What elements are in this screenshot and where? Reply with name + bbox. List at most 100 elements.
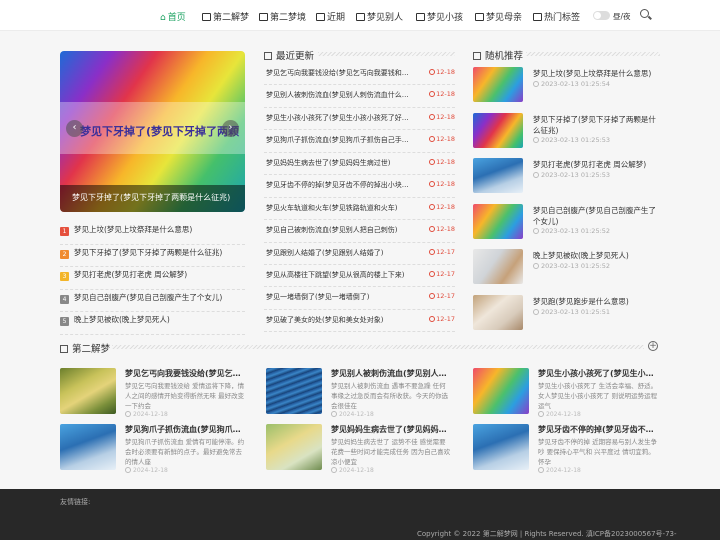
clock-icon — [429, 113, 436, 120]
nav-item-others[interactable]: 梦见别人 — [356, 10, 403, 23]
footer: 友情链接: Copyright © 2022 第二解梦网 | Rights Re… — [0, 489, 720, 540]
copyright: Copyright © 2022 第二解梦网 | Rights Reserved… — [417, 530, 677, 538]
nav-item-home[interactable]: ⌂ 首页 — [160, 10, 186, 23]
list-item[interactable]: 梦见自己剖腹产(梦见自己剖腹产生了个女儿) 2023-02-13 01:25:52 — [473, 200, 660, 246]
random-heading: 随机推荐 — [473, 48, 523, 62]
list-item[interactable]: 梦见一堵墙倒了(梦见一堵墙倒了) 12-17 — [264, 287, 455, 310]
list-item[interactable]: 梦见牙齿不停的掉(梦见牙齿不停的掉出小块… 12-18 — [264, 175, 455, 198]
list-item[interactable]: 梦见跑(梦见跑步是什么意思) 2023-02-13 01:25:51 — [473, 291, 660, 337]
latest-list: 梦见乞丐向我要钱没给(梦见乞丐向我要钱和… 12-18 梦见别人被刺伤流血(梦见别… — [264, 63, 455, 333]
clock-icon — [429, 203, 436, 210]
book-icon — [259, 13, 268, 21]
list-item[interactable]: 梦见打老虎(梦见打老虎 周公解梦) 2023-02-13 01:25:53 — [473, 154, 660, 200]
chevron-right-icon[interactable]: › — [222, 120, 239, 137]
nav-item-tags[interactable]: 热门标签 — [533, 10, 580, 23]
list-item[interactable]: 梦见跟别人结婚了(梦见跟别人结婚了) 12-17 — [264, 243, 455, 265]
list-item[interactable]: 梦见妈妈生病去世了(梦见妈妈生病过世) 12-18 — [264, 153, 455, 176]
list-item[interactable]: 梦见从高楼往下跳望(梦见从很高的楼上下来) 12-17 — [264, 265, 455, 288]
list-icon — [473, 52, 481, 60]
clock-icon — [429, 315, 436, 322]
list-item[interactable]: 梦见上坟(梦见上坟祭拜是什么意思) 2023-02-13 01:25:54 — [473, 63, 660, 109]
list-item[interactable]: 晚上梦见被砍(晚上梦见死人) 2023-02-13 01:25:52 — [473, 245, 660, 291]
thumbnail[interactable] — [266, 424, 322, 470]
slider-banner-title: 梦见下牙掉了(梦见下牙掉了两颗 — [80, 125, 240, 138]
nav-item-child[interactable]: 梦见小孩 — [416, 10, 463, 23]
list-item[interactable]: 梦见狗爪子抓伤流血(梦见狗爪子抓伤自己手… 12-18 — [264, 130, 455, 153]
list-item[interactable]: 2 梦见下牙掉了(梦见下牙掉了两颗是什么征兆) — [60, 245, 245, 267]
clock-icon — [533, 81, 539, 87]
thumbnail[interactable] — [473, 203, 523, 239]
clock-icon — [533, 308, 539, 315]
thumbnail[interactable] — [473, 112, 523, 148]
book-icon — [356, 13, 365, 21]
book-icon — [416, 13, 425, 21]
thumbnail[interactable] — [473, 158, 523, 193]
book-icon — [316, 13, 325, 21]
clock-icon — [429, 91, 436, 98]
list-item[interactable]: 梦见下牙掉了(梦见下牙掉了两颗是什么征兆) 2023-02-13 01:25:53 — [473, 109, 660, 155]
thumbnail[interactable] — [473, 368, 529, 414]
list-item[interactable]: 3 梦见打老虎(梦见打老虎 周公解梦) — [60, 267, 245, 290]
clock-icon — [533, 136, 539, 143]
divider — [112, 345, 644, 349]
search-icon[interactable] — [640, 9, 649, 18]
article-card[interactable]: 梦见牙齿不停的掉(梦见牙齿不停的… 梦见牙齿不停的掉 近期容易与别人发生争吵 要保… — [473, 424, 659, 474]
thumbnail[interactable] — [266, 368, 322, 414]
divider — [318, 52, 455, 56]
list-item[interactable]: 4 梦见自己剖腹产(梦见自己剖腹产生了个女儿) — [60, 290, 245, 312]
friend-links-label: 友情链接: — [60, 498, 91, 506]
thumbnail[interactable] — [473, 67, 523, 102]
list-item[interactable]: 梦见乞丐向我要钱没给(梦见乞丐向我要钱和… 12-18 — [264, 63, 455, 86]
random-list: 梦见上坟(梦见上坟祭拜是什么意思) 2023-02-13 01:25:54 梦见下… — [473, 63, 660, 336]
clock-icon — [429, 293, 436, 300]
thumbnail[interactable] — [473, 424, 529, 470]
list-item[interactable]: 梦见别人被刺伤流血(梦见别人刺伤流血什么… 12-18 — [264, 85, 455, 108]
book-icon — [533, 13, 542, 21]
book-icon — [202, 13, 211, 21]
clock-icon — [533, 227, 539, 234]
hero-slider[interactable]: 梦见下牙掉了(梦见下牙掉了两颗 ‹ › 梦见下牙掉了(梦见下牙掉了两颗是什么征兆… — [60, 51, 245, 212]
plus-icon[interactable]: + — [648, 341, 658, 351]
nav-item-mother[interactable]: 梦见母亲 — [475, 10, 522, 23]
list-item[interactable]: 1 梦见上坟(梦见上坟祭拜是什么意思) — [60, 222, 245, 245]
list-item[interactable]: 5 晚上梦见被砍(晚上梦见死人) — [60, 312, 245, 335]
thumbnail[interactable] — [60, 424, 116, 470]
article-card[interactable]: 梦见生小孩小孩死了(梦见生小孩小… 梦见生小孩小孩死了 生活会幸福、舒适。女人梦见… — [473, 368, 659, 418]
list-icon — [60, 345, 68, 353]
clock-icon — [533, 172, 539, 178]
clock-icon — [429, 226, 436, 233]
theme-toggle[interactable] — [593, 11, 610, 20]
hot-list: 1 梦见上坟(梦见上坟祭拜是什么意思) 2 梦见下牙掉了(梦见下牙掉了两颗是什么征兆… — [60, 222, 245, 335]
clock-icon — [125, 411, 131, 417]
nav-item-jiemeng[interactable]: 第二解梦 — [202, 10, 249, 23]
list-item[interactable]: 梦见火车轨道和火车(梦见铁路轨道和火车) 12-18 — [264, 198, 455, 221]
list-item[interactable]: 梦见生小孩小孩死了(梦见生小孩小孩死了好… 12-18 — [264, 108, 455, 131]
clock-icon — [331, 411, 337, 417]
thumbnail[interactable] — [473, 249, 523, 284]
article-card[interactable]: 梦见狗爪子抓伤流血(梦见狗爪子抓… 梦见狗爪子抓伤流血 爱情有可能停滞。约会时必须… — [60, 424, 246, 474]
nav-item-mengjing[interactable]: 第二梦境 — [259, 10, 306, 23]
article-card[interactable]: 梦见乞丐向我要钱没给(梦见乞丐向我…梦见乞丐向我要钱没给 爱情运将下降，情人之间… — [60, 368, 246, 418]
clock-icon — [429, 69, 436, 75]
chevron-left-icon[interactable]: ‹ — [66, 120, 83, 137]
section2-heading: 第二解梦 — [60, 341, 110, 355]
thumbnail[interactable] — [473, 294, 523, 330]
slider-caption[interactable]: 梦见下牙掉了(梦见下牙掉了两颗是什么征兆) — [60, 185, 245, 212]
thumbnail[interactable] — [60, 368, 116, 414]
home-icon: ⌂ — [160, 13, 166, 23]
article-card[interactable]: 梦见别人被刺伤流血(梦见别人刺伤… 梦见别人被刺伤流血 遇事不要急躁 任何事缘之过… — [266, 368, 452, 418]
clock-icon — [533, 263, 539, 269]
clock-icon — [429, 270, 436, 277]
clock-icon — [429, 136, 436, 143]
clock-icon — [538, 467, 544, 473]
clock-icon — [429, 158, 436, 165]
list-item[interactable]: 梦见破了美女的处(梦见和美女处对象) 12-17 — [264, 310, 455, 333]
article-card[interactable]: 梦见妈妈生病去世了(梦见妈妈生病… 梦见妈妈生病去世了 运势不佳 感觉需要花费一些… — [266, 424, 452, 474]
clock-icon — [429, 181, 436, 188]
list-icon — [264, 52, 272, 60]
nav-item-recent[interactable]: 近期 — [316, 10, 345, 23]
theme-label: 昼/夜 — [613, 12, 631, 21]
list-item[interactable]: 梦见自己被刺伤流血(梦见别人把自己刺伤) 12-18 — [264, 220, 455, 243]
clock-icon — [538, 411, 544, 417]
book-icon — [475, 13, 484, 21]
